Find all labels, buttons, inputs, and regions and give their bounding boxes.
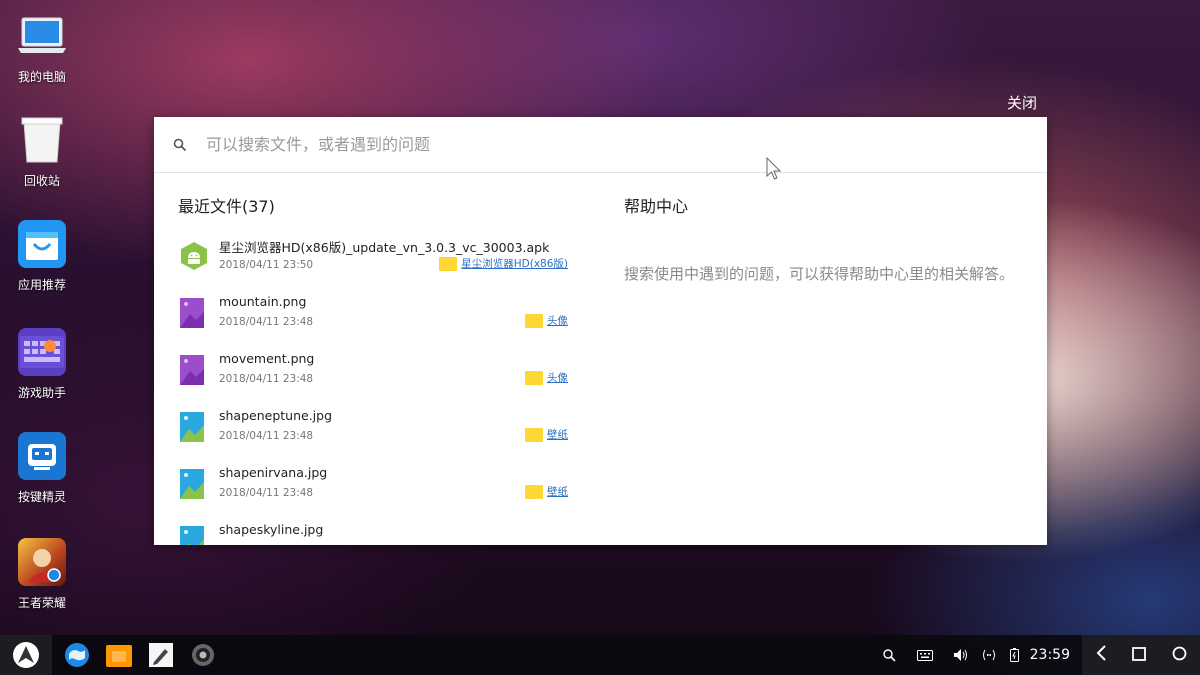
mouse-cursor-icon [766, 156, 782, 185]
shopping-bag-icon [18, 220, 66, 268]
file-date: 2018/04/11 23:48 [219, 373, 314, 385]
file-date: 2018/04/11 23:48 [219, 316, 314, 328]
taskbar-app-settings[interactable] [182, 635, 224, 675]
start-menu-button[interactable] [0, 635, 52, 675]
file-location: 壁纸 [525, 484, 568, 499]
desktop-icon-honor-of-kings[interactable]: 王者荣耀 [8, 538, 76, 611]
file-date: 2018/04/11 23:48 [219, 430, 314, 442]
recent-files-title: 最近文件(37) [178, 197, 275, 216]
volume-icon[interactable] [953, 649, 968, 661]
trash-icon [18, 116, 66, 164]
file-folder-link[interactable]: 星尘浏览器HD(x86版) [461, 256, 568, 271]
file-folder-link[interactable]: 壁纸 [547, 427, 568, 442]
recent-file-item[interactable]: shapeskyline.jpg [178, 522, 568, 545]
recent-file-item[interactable]: shapeneptune.jpg 2018/04/11 23:48 壁纸 [178, 408, 568, 465]
image-blue-icon [180, 412, 206, 442]
taskbar-app-file-manager[interactable] [98, 635, 140, 675]
start-logo-icon [13, 642, 39, 668]
recent-file-item[interactable]: 星尘浏览器HD(x86版)_update_vn_3.0.3_vc_30003.a… [178, 237, 568, 294]
battery-icon[interactable] [1009, 648, 1019, 662]
back-icon[interactable] [1095, 645, 1107, 665]
help-center-title: 帮助中心 [624, 197, 689, 216]
file-name: movement.png [219, 351, 315, 366]
keyboard-icon[interactable] [916, 649, 933, 661]
file-location: 星尘浏览器HD(x86版) [439, 256, 568, 271]
desktop-icon-my-computer[interactable]: 我的电脑 [8, 12, 76, 85]
help-center-description: 搜索使用中遇到的问题，可以获得帮助中心里的相关解答。 [624, 265, 1015, 283]
desktop-icon-recycle-bin[interactable]: 回收站 [8, 116, 76, 189]
game-icon [18, 538, 66, 586]
file-folder-link[interactable]: 头像 [547, 313, 568, 328]
recent-file-item[interactable]: mountain.png 2018/04/11 23:48 头像 [178, 294, 568, 351]
network-icon[interactable] [982, 649, 996, 661]
desktop-icon-label: 回收站 [23, 174, 60, 188]
search-bar [154, 117, 1047, 173]
gear-icon [192, 644, 214, 666]
folder-icon [525, 484, 543, 499]
file-name: shapenirvana.jpg [219, 465, 328, 480]
tray-search-icon[interactable] [882, 648, 896, 662]
recent-files-section: 最近文件(37) 星尘浏览器HD(x86版)_update_vn_3.0.3_v… [178, 193, 568, 545]
clock[interactable]: 23:59 [1030, 647, 1070, 663]
taskbar: 23:59 [0, 635, 1200, 675]
robot-icon [18, 432, 66, 480]
search-icon [154, 138, 206, 152]
image-purple-icon [180, 355, 206, 385]
search-panel: 最近文件(37) 星尘浏览器HD(x86版)_update_vn_3.0.3_v… [154, 117, 1047, 545]
image-purple-icon [180, 298, 206, 328]
desktop-icon-key-wizard[interactable]: 按键精灵 [8, 432, 76, 505]
file-date: 2018/04/11 23:48 [219, 487, 314, 499]
keyboard-icon [18, 328, 66, 376]
help-center-section: 帮助中心 搜索使用中遇到的问题，可以获得帮助中心里的相关解答。 [624, 193, 1024, 285]
android-icon [180, 241, 207, 271]
file-folder-link[interactable]: 头像 [547, 370, 568, 385]
android-nav-bar [1082, 635, 1200, 675]
browser-icon [65, 643, 89, 667]
recent-file-item[interactable]: shapenirvana.jpg 2018/04/11 23:48 壁纸 [178, 465, 568, 522]
desktop-icon-label: 我的电脑 [17, 70, 66, 84]
folder-icon [106, 645, 132, 667]
desktop-icon-label: 应用推荐 [17, 278, 66, 292]
close-button[interactable]: 关闭 [1007, 92, 1037, 113]
file-name: shapeskyline.jpg [219, 522, 324, 537]
file-date: 2018/04/11 23:50 [219, 259, 314, 271]
taskbar-app-notes[interactable] [140, 635, 182, 675]
desktop-icon-label: 按键精灵 [17, 490, 66, 504]
image-blue-icon [180, 469, 206, 499]
folder-icon [525, 313, 543, 328]
taskbar-app-browser[interactable] [56, 635, 98, 675]
desktop-icon-label: 王者荣耀 [17, 596, 66, 610]
home-icon[interactable] [1172, 646, 1187, 665]
folder-icon [525, 427, 543, 442]
image-blue-icon [180, 526, 206, 545]
system-tray: 23:59 [876, 635, 1200, 675]
desktop-icon-app-store[interactable]: 应用推荐 [8, 220, 76, 293]
recent-apps-icon[interactable] [1132, 646, 1147, 665]
file-name: mountain.png [219, 294, 307, 309]
file-location: 头像 [525, 370, 568, 385]
search-input[interactable] [206, 135, 966, 154]
file-name: shapeneptune.jpg [219, 408, 333, 423]
folder-icon [439, 256, 458, 271]
note-edit-icon [149, 643, 173, 667]
file-location: 头像 [525, 313, 568, 328]
desktop-icon-label: 游戏助手 [17, 386, 66, 400]
file-folder-link[interactable]: 壁纸 [547, 484, 568, 499]
laptop-icon [18, 12, 66, 60]
file-location: 壁纸 [525, 427, 568, 442]
file-name: 星尘浏览器HD(x86版)_update_vn_3.0.3_vc_30003.a… [219, 240, 550, 255]
folder-icon [525, 370, 543, 385]
recent-files-list: 星尘浏览器HD(x86版)_update_vn_3.0.3_vc_30003.a… [178, 237, 568, 545]
recent-file-item[interactable]: movement.png 2018/04/11 23:48 头像 [178, 351, 568, 408]
desktop-icon-game-assistant[interactable]: 游戏助手 [8, 328, 76, 401]
